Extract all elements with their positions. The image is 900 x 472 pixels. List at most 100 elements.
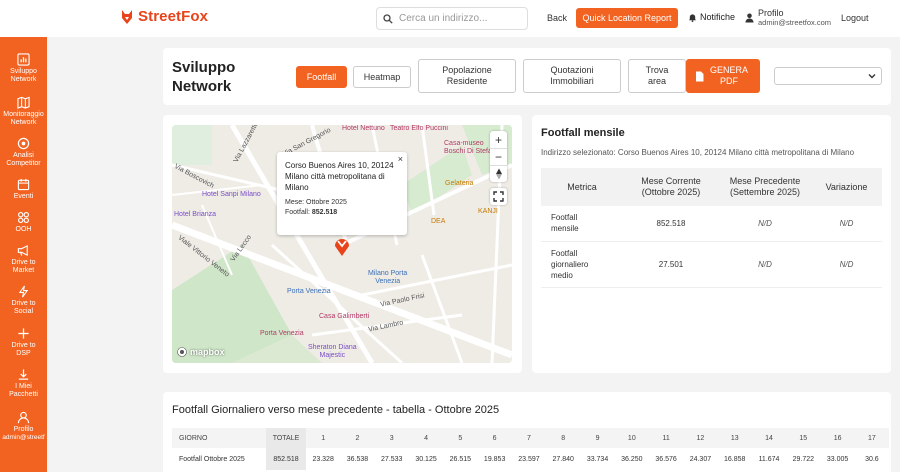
tab-popolazione-residente[interactable]: Popolazione Residente: [418, 59, 516, 93]
table-row: Footfall giornaliero medio 27.501 N/D N/D: [541, 241, 882, 288]
sidebar: Sviluppo Network Monitoraggio Network Anal…: [0, 37, 47, 472]
sidebar-label: OOH: [15, 226, 32, 233]
popup-month: Mese: Ottobre 2025: [285, 199, 347, 206]
megaphone-icon: [17, 244, 28, 257]
location-pin-icon[interactable]: [332, 235, 352, 257]
page-title: Sviluppo Network: [172, 59, 236, 95]
day-column-header: 15: [786, 428, 821, 448]
table-header-row: GIORNO TOTALE 1 2 3 4 5 6 7 8 9 10 11 12 13 14 15 16 17: [172, 428, 890, 448]
sidebar-item-ooh[interactable]: OOH: [0, 211, 47, 234]
daily-table-title: Footfall Giornaliero verso mese preceden…: [172, 404, 500, 416]
day-column-header: 2: [340, 428, 375, 448]
close-icon[interactable]: ×: [398, 154, 403, 164]
total-cell: 852.518: [266, 448, 306, 470]
profile-menu[interactable]: Profilo admin@streetfox.com: [745, 8, 831, 28]
day-column-header: 10: [614, 428, 649, 448]
profile-email: admin@streetfox.com: [758, 18, 832, 27]
bar-chart-icon: [17, 53, 30, 66]
day-value-cell: 16.858: [724, 455, 746, 463]
tab-footfall[interactable]: Footfall: [296, 66, 347, 88]
mapbox-attribution: mapbox: [177, 347, 225, 357]
tab-quotazioni-immobiliari[interactable]: Quotazioni Immobiliari: [523, 59, 621, 93]
sidebar-label: I Miei Pacchetti: [9, 383, 38, 398]
day-column-header: 11: [648, 428, 684, 448]
day-value-cell: 36.576: [655, 455, 677, 463]
profile-label: Profilo: [758, 8, 784, 18]
zoom-in-icon[interactable]: +: [490, 131, 507, 148]
day-column-header: 12: [683, 428, 718, 448]
download-icon: [18, 369, 29, 380]
sidebar-item-eventi[interactable]: Eventi: [0, 178, 47, 201]
mapbox-logo-icon: [177, 347, 187, 357]
column-header: TOTALE: [266, 428, 306, 448]
day-value-cell: 27.533: [381, 455, 403, 463]
day-value-cell: 23.597: [518, 455, 540, 463]
fullscreen-control: [490, 188, 507, 205]
search-box[interactable]: [376, 7, 528, 30]
day-value-cell: 11.674: [758, 455, 780, 463]
day-value-cell: 27.840: [552, 455, 574, 463]
genera-pdf-button[interactable]: GENERA PDF: [686, 59, 760, 93]
column-header: Mese Precedente (Settembre 2025): [719, 168, 811, 206]
day-column-header: 3: [374, 428, 409, 448]
top-header: StreetFox Back Quick Location Report Not…: [0, 0, 900, 37]
map-label: Teatro Elfo Puccini: [390, 125, 448, 132]
tab-heatmap[interactable]: Heatmap: [353, 66, 411, 88]
day-column-header: 9: [580, 428, 615, 448]
map-label: Porta Venezia: [287, 288, 331, 295]
notifications-button[interactable]: Notifiche: [688, 12, 735, 22]
day-column-header: 1: [306, 428, 341, 448]
sidebar-label: Drive to Market: [11, 259, 36, 274]
sidebar-item-profilo[interactable]: Profilo admin@streetf: [0, 411, 47, 442]
plus-icon: [18, 328, 29, 339]
calendar-icon: [17, 178, 30, 191]
brand[interactable]: StreetFox: [120, 8, 208, 25]
sidebar-item-i-miei-pacchetti[interactable]: I Miei Pacchetti: [0, 368, 47, 399]
zoom-out-icon[interactable]: −: [490, 148, 507, 165]
day-value-cell: 33.734: [586, 455, 609, 463]
search-input[interactable]: [399, 13, 519, 24]
day-value-cell: 23.328: [312, 455, 334, 463]
back-link[interactable]: Back: [547, 13, 567, 23]
sidebar-item-drive-to-dsp[interactable]: Drive to DSP: [0, 327, 47, 358]
column-header: Variazione: [811, 168, 882, 206]
fullscreen-icon[interactable]: [490, 188, 507, 205]
sidebar-label: Profilo admin@streetf: [2, 426, 45, 441]
day-value-cell: 33.005: [826, 455, 849, 463]
metric-cell: Footfall mensile: [541, 206, 623, 242]
quick-location-report-button[interactable]: Quick Location Report: [576, 8, 678, 28]
variation-cell: N/D: [811, 206, 882, 242]
sidebar-label: Drive to DSP: [11, 342, 36, 357]
grid-icon: [18, 212, 29, 223]
chevron-down-icon: [868, 74, 876, 79]
sidebar-item-monitoraggio-network[interactable]: Monitoraggio Network: [0, 96, 47, 127]
tab-trova-area[interactable]: Trova area: [628, 59, 686, 93]
day-column-header: 5: [443, 428, 478, 448]
footfall-monthly-table: Metrica Mese Corrente (Ottobre 2025) Mese…: [541, 168, 882, 288]
day-column-header: 8: [546, 428, 581, 448]
sidebar-item-drive-to-social[interactable]: Drive to Social: [0, 285, 47, 316]
user-icon: [745, 13, 754, 23]
area-select[interactable]: [774, 67, 882, 85]
current-cell: 27.501: [623, 241, 719, 288]
row-label: Footfall Ottobre 2025: [179, 455, 245, 463]
map-label: KANJI: [478, 208, 498, 215]
table-header-row: Metrica Mese Corrente (Ottobre 2025) Mese…: [541, 168, 882, 206]
sidebar-item-sviluppo-network[interactable]: Sviluppo Network: [0, 53, 47, 84]
map-label: Porta Venezia: [260, 330, 304, 337]
day-value-cell: 36.250: [621, 455, 643, 463]
day-column-header: 6: [477, 428, 512, 448]
day-column-header: 4: [408, 428, 444, 448]
current-cell: 852.518: [623, 206, 719, 242]
compass-icon[interactable]: [490, 165, 507, 182]
sidebar-item-drive-to-market[interactable]: Drive to Market: [0, 244, 47, 275]
sidebar-label: Monitoraggio Network: [3, 111, 44, 126]
logout-link[interactable]: Logout: [841, 13, 869, 23]
day-column-header: 7: [511, 428, 547, 448]
map-label: DEA: [431, 218, 446, 225]
day-column-header: 16: [820, 428, 855, 448]
map-label: Casa Galimberti: [319, 313, 370, 320]
search-icon: [383, 13, 393, 24]
notifications-label: Notifiche: [700, 12, 736, 22]
sidebar-item-analisi-competitor[interactable]: Analisi Competitor: [0, 137, 47, 168]
